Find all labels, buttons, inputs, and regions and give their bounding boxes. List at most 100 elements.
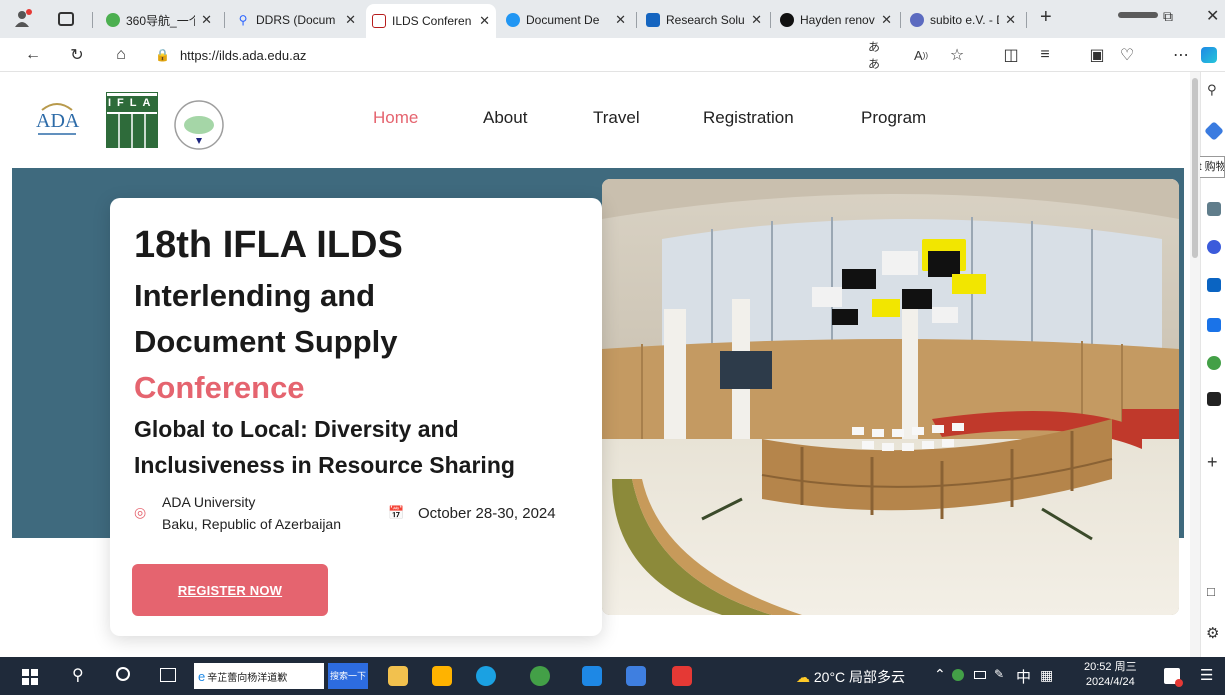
translate-icon[interactable]: ああ bbox=[868, 40, 890, 71]
nav-travel[interactable]: Travel bbox=[593, 108, 640, 128]
ifla-logo[interactable]: IFLA bbox=[106, 92, 158, 148]
copilot-icon[interactable] bbox=[1198, 44, 1220, 66]
browser-green-icon[interactable] bbox=[530, 666, 550, 686]
close-tab-icon[interactable]: ✕ bbox=[615, 12, 626, 28]
tab-360-navigation[interactable]: 360导航_一个 ✕ bbox=[100, 6, 218, 34]
pen-icon[interactable]: ✎ bbox=[994, 667, 1004, 681]
back-button[interactable]: ← bbox=[22, 44, 44, 66]
store-icon[interactable] bbox=[432, 666, 452, 686]
task-view-icon[interactable] bbox=[160, 668, 176, 682]
ie-icon: e bbox=[198, 668, 206, 684]
tab-title: Hayden renov bbox=[800, 13, 875, 27]
ime-language-indicator[interactable]: 中 bbox=[1016, 666, 1031, 687]
ilds-emblem-logo[interactable] bbox=[172, 98, 226, 152]
windows-start-icon[interactable] bbox=[22, 669, 38, 685]
split-screen-icon[interactable]: ◫ bbox=[1000, 44, 1022, 66]
notification-app-icon[interactable] bbox=[1164, 668, 1183, 687]
mail-icon[interactable] bbox=[582, 666, 602, 686]
weather-icon: ☁ bbox=[796, 669, 810, 685]
search-box-text: 辛芷蕾向杨洋道歉 bbox=[207, 672, 288, 684]
register-now-button[interactable]: REGISTER NOW bbox=[132, 564, 328, 616]
close-tab-icon[interactable]: ✕ bbox=[201, 12, 212, 28]
profile-icon[interactable] bbox=[12, 8, 34, 30]
hero-subtitle-line1: Global to Local: Diversity and bbox=[134, 416, 459, 442]
lock-icon: 🔒 bbox=[155, 48, 170, 62]
url-text: https://ilds.ada.edu.az bbox=[179, 47, 307, 63]
action-center-icon[interactable]: ☰ bbox=[1200, 666, 1213, 684]
tab-subito[interactable]: subito e.V. - D ✕ bbox=[904, 6, 1022, 34]
location-pin-icon: ◎ bbox=[134, 504, 147, 520]
windows-taskbar: ⚲ e 辛芷蕾向杨洋道歉 搜索一下 ☁ 20°C 局部多云 ⌃ ✎ 中 ▦ 20… bbox=[0, 657, 1225, 695]
tab-hayden[interactable]: Hayden renov ✕ bbox=[774, 6, 898, 34]
close-tab-icon[interactable]: ✕ bbox=[1005, 12, 1016, 28]
cortana-icon[interactable] bbox=[116, 667, 130, 681]
shopping-icon[interactable] bbox=[1204, 121, 1224, 141]
sidebar-people-icon[interactable] bbox=[1207, 202, 1221, 216]
taskbar-search-box[interactable]: e 辛芷蕾向杨洋道歉 bbox=[194, 663, 324, 689]
sidebar-screenshot-icon[interactable]: □ bbox=[1207, 584, 1215, 599]
browser-essentials-icon[interactable]: ♡ bbox=[1116, 44, 1138, 66]
sidebar-app-icon[interactable] bbox=[1207, 240, 1221, 254]
tab-ddrs[interactable]: ⚲ DDRS (Docum ✕ bbox=[230, 6, 362, 34]
sidebar-drop-icon[interactable] bbox=[1207, 392, 1221, 406]
hero-title-line3: Document Supply bbox=[134, 324, 398, 359]
favorite-star-icon[interactable]: ☆ bbox=[946, 44, 968, 66]
scrollbar-thumb[interactable] bbox=[1192, 78, 1198, 258]
tab-research-solutions[interactable]: Research Solu ✕ bbox=[640, 6, 768, 34]
sidebar-settings-icon[interactable]: ⚙ bbox=[1206, 624, 1219, 642]
address-bar[interactable]: 🔒 https://ilds.ada.edu.az bbox=[145, 42, 975, 68]
refresh-button[interactable]: ↻ bbox=[66, 44, 88, 66]
file-explorer-icon[interactable] bbox=[388, 666, 408, 686]
globe-emblem-icon bbox=[174, 100, 224, 150]
clock[interactable]: 20:52 周三 2024/4/24 bbox=[1084, 660, 1137, 690]
sidebar-search-icon[interactable]: ⚲ bbox=[1207, 82, 1217, 98]
edge-icon[interactable] bbox=[476, 666, 496, 686]
home-button[interactable]: ⌂ bbox=[110, 44, 132, 66]
close-tab-icon[interactable]: ✕ bbox=[881, 12, 892, 28]
weather-widget[interactable]: ☁ 20°C 局部多云 bbox=[796, 667, 905, 687]
clock-date: 2024/4/24 bbox=[1085, 676, 1135, 688]
web-page: ADA IFLA Home About Travel Registration bbox=[0, 72, 1190, 657]
nav-about[interactable]: About bbox=[483, 108, 527, 128]
collections-icon[interactable]: ▣ bbox=[1086, 44, 1108, 66]
tab-actions-icon[interactable] bbox=[58, 12, 74, 26]
close-tab-icon[interactable]: ✕ bbox=[345, 12, 356, 28]
sidebar-add-icon[interactable]: + bbox=[1207, 452, 1218, 473]
close-window-button[interactable]: ✕ bbox=[1206, 6, 1219, 26]
restore-button[interactable]: ⧉ bbox=[1163, 8, 1173, 25]
app-blue-icon[interactable] bbox=[626, 666, 646, 686]
more-menu-icon[interactable]: ⋯ bbox=[1170, 44, 1192, 66]
taskbar-search-icon[interactable]: ⚲ bbox=[72, 665, 84, 685]
minimize-button[interactable] bbox=[1100, 4, 1158, 26]
pdf-app-icon[interactable] bbox=[672, 666, 692, 686]
battery-icon[interactable] bbox=[974, 671, 986, 679]
sidebar-tools-icon[interactable] bbox=[1207, 318, 1221, 332]
ada-logo[interactable]: ADA bbox=[34, 100, 80, 140]
tab-title: 360导航_一个 bbox=[126, 13, 196, 28]
tab-favicon-icon bbox=[506, 13, 520, 27]
ime-mode-icon[interactable]: ▦ bbox=[1040, 667, 1053, 684]
tab-document-delivery[interactable]: Document De ✕ bbox=[500, 6, 632, 34]
tab-ilds-conference[interactable]: ILDS Conferen ✕ bbox=[366, 4, 496, 38]
taskbar-search-button[interactable]: 搜索一下 bbox=[328, 663, 368, 689]
tray-chevron-icon[interactable]: ⌃ bbox=[934, 666, 946, 683]
clock-time: 20:52 周三 bbox=[1084, 661, 1137, 673]
tab-title: ILDS Conferen bbox=[392, 14, 472, 28]
close-tab-icon[interactable]: ✕ bbox=[479, 13, 490, 29]
page-scrollbar[interactable] bbox=[1190, 72, 1200, 657]
nav-registration[interactable]: Registration bbox=[703, 108, 794, 128]
hero-card: 18th IFLA ILDS Interlending and Document… bbox=[110, 198, 602, 636]
tray-app-icon[interactable] bbox=[952, 669, 964, 681]
ilds-favicon-icon bbox=[372, 14, 386, 28]
read-aloud-icon[interactable]: A)) bbox=[910, 44, 932, 66]
sidebar-games-icon[interactable] bbox=[1207, 356, 1221, 370]
favorites-icon[interactable]: ≡ bbox=[1034, 44, 1056, 66]
hero-title: 18th IFLA ILDS bbox=[134, 224, 403, 266]
outlook-icon[interactable] bbox=[1207, 278, 1221, 292]
tab-favicon-icon bbox=[780, 13, 794, 27]
new-tab-button[interactable]: + bbox=[1040, 6, 1052, 29]
close-tab-icon[interactable]: ✕ bbox=[751, 12, 762, 28]
nav-home[interactable]: Home bbox=[373, 108, 418, 128]
nav-program[interactable]: Program bbox=[861, 108, 926, 128]
tab-favicon-icon bbox=[646, 13, 660, 27]
